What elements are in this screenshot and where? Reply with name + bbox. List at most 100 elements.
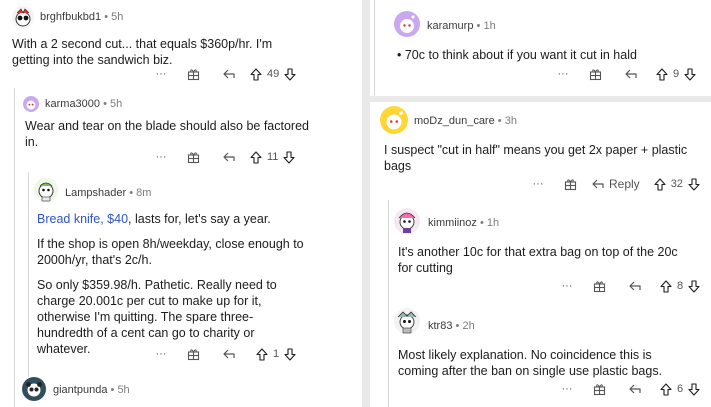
vote-control: 1 bbox=[256, 347, 296, 361]
inline-link[interactable]: Bread knife, $40 bbox=[37, 212, 128, 226]
comment-actions: ··· 11 bbox=[150, 149, 295, 165]
separator: • bbox=[104, 11, 109, 23]
downvote-icon[interactable] bbox=[284, 67, 296, 81]
upvote-icon[interactable] bbox=[660, 279, 672, 293]
vote-control: 32 bbox=[654, 177, 700, 191]
comment-line: With a 2 second cut... that equals $360p… bbox=[12, 37, 273, 51]
upvote-icon[interactable] bbox=[656, 67, 668, 81]
award-icon[interactable] bbox=[178, 68, 208, 81]
separator: • bbox=[476, 20, 481, 32]
author-name[interactable]: giantpunda bbox=[53, 384, 107, 396]
comment-line: charge 20.001c per cut to make up for it… bbox=[37, 294, 262, 308]
author-name[interactable]: kimmiinoz bbox=[428, 217, 477, 229]
comment-time: 1h bbox=[483, 20, 496, 32]
award-icon[interactable] bbox=[580, 68, 610, 81]
award-icon[interactable] bbox=[555, 178, 585, 191]
separator: • bbox=[497, 115, 502, 127]
comment-author[interactable]: karma3000 • 5h bbox=[45, 98, 122, 110]
award-icon[interactable] bbox=[584, 383, 614, 396]
avatar[interactable] bbox=[22, 377, 46, 401]
downvote-icon[interactable] bbox=[684, 67, 696, 81]
right-comments-panel: karamurp • 1h • 70c to think about if yo… bbox=[370, 0, 711, 407]
comment-body: Most likely explanation. No coincidence … bbox=[398, 347, 708, 379]
comment-author[interactable]: Lampshader • 8m bbox=[65, 187, 151, 199]
more-options-button[interactable]: ··· bbox=[527, 178, 549, 190]
comment-body: With a 2 second cut... that equals $360p… bbox=[12, 36, 352, 68]
more-options-button[interactable]: ··· bbox=[556, 280, 578, 292]
author-name[interactable]: karamurp bbox=[427, 20, 473, 32]
author-name[interactable]: brghfbukbd1 bbox=[40, 11, 101, 23]
avatar[interactable] bbox=[394, 11, 420, 37]
reply-icon[interactable] bbox=[616, 68, 646, 80]
comment-author[interactable]: moDz_dun_care • 3h bbox=[414, 115, 517, 127]
downvote-icon[interactable] bbox=[284, 347, 296, 361]
downvote-icon[interactable] bbox=[283, 150, 295, 164]
more-options-button[interactable]: ··· bbox=[556, 383, 578, 395]
downvote-icon[interactable] bbox=[688, 382, 700, 396]
thread-line[interactable] bbox=[388, 200, 389, 407]
avatar[interactable] bbox=[34, 178, 58, 202]
comment-author[interactable]: giantpunda • 5h bbox=[53, 384, 130, 396]
comment-paragraph: If the shop is open 8h/weekday, close en… bbox=[37, 236, 355, 268]
comment-author[interactable]: kimmiinoz • 1h bbox=[428, 217, 499, 229]
upvote-icon[interactable] bbox=[250, 67, 262, 81]
vote-control: 9 bbox=[656, 67, 696, 81]
upvote-icon[interactable] bbox=[660, 382, 672, 396]
reply-icon[interactable] bbox=[620, 383, 650, 395]
comment-author[interactable]: brghfbukbd1 • 5h bbox=[40, 11, 123, 23]
more-options-button[interactable]: ··· bbox=[150, 68, 172, 80]
upvote-icon[interactable] bbox=[654, 177, 666, 191]
vote-count: 49 bbox=[267, 68, 280, 80]
reply-icon[interactable] bbox=[620, 280, 650, 292]
vote-control: 11 bbox=[250, 150, 295, 164]
separator: • bbox=[479, 217, 484, 229]
avatar[interactable] bbox=[394, 308, 420, 334]
thread-line[interactable] bbox=[374, 0, 375, 95]
avatar[interactable] bbox=[12, 6, 34, 28]
comment-body: It's another 10c for that extra bag on t… bbox=[398, 244, 708, 276]
author-name[interactable]: karma3000 bbox=[45, 98, 100, 110]
vote-count: 11 bbox=[267, 151, 279, 163]
more-options-button[interactable]: ··· bbox=[150, 348, 172, 360]
vote-control: 6 bbox=[660, 382, 700, 396]
comment-time: 8m bbox=[136, 187, 152, 199]
comment-line: in. bbox=[25, 135, 39, 149]
comment-body: I suspect "cut in half" means you get 2x… bbox=[384, 142, 709, 174]
comment-body: • 70c to think about if you want it cut … bbox=[397, 47, 707, 63]
comment-author[interactable]: ktr83 • 2h bbox=[428, 320, 475, 332]
upvote-icon[interactable] bbox=[250, 150, 262, 164]
author-name[interactable]: Lampshader bbox=[65, 187, 126, 199]
avatar[interactable] bbox=[394, 208, 420, 234]
award-icon[interactable] bbox=[178, 151, 208, 164]
comment-line: otherwise I'm quitting. The spare three- bbox=[37, 310, 254, 324]
comment-line: coming after the ban on single use plast… bbox=[398, 364, 663, 378]
comment-author[interactable]: karamurp • 1h bbox=[427, 20, 496, 32]
upvote-icon[interactable] bbox=[256, 347, 268, 361]
author-name[interactable]: moDz_dun_care bbox=[414, 115, 495, 127]
vote-count: 6 bbox=[677, 383, 684, 395]
comment-body: Wear and tear on the blade should also b… bbox=[25, 118, 355, 150]
left-comments-panel: brghfbukbd1 • 5h With a 2 second cut... … bbox=[0, 0, 362, 407]
separator: • bbox=[455, 320, 460, 332]
comment-actions: ··· 8 bbox=[556, 278, 700, 294]
thread-line[interactable] bbox=[14, 88, 15, 407]
more-options-button[interactable]: ··· bbox=[150, 151, 172, 163]
vote-count: 1 bbox=[273, 348, 280, 360]
author-name[interactable]: ktr83 bbox=[428, 320, 452, 332]
comment-actions: ··· 49 bbox=[150, 66, 296, 82]
comment-actions: ··· Reply 32 bbox=[527, 176, 700, 192]
reply-icon[interactable] bbox=[214, 68, 244, 80]
thread-line[interactable] bbox=[28, 172, 29, 377]
reply-button[interactable]: Reply bbox=[591, 177, 640, 191]
avatar[interactable] bbox=[380, 106, 408, 134]
downvote-icon[interactable] bbox=[688, 177, 700, 191]
more-options-button[interactable]: ··· bbox=[552, 68, 574, 80]
avatar[interactable] bbox=[23, 96, 39, 112]
award-icon[interactable] bbox=[584, 280, 614, 293]
award-icon[interactable] bbox=[178, 348, 208, 361]
downvote-icon[interactable] bbox=[688, 279, 700, 293]
comment-time: 1h bbox=[486, 217, 500, 229]
reply-icon[interactable] bbox=[214, 151, 244, 163]
reply-icon[interactable] bbox=[214, 348, 244, 360]
reply-icon bbox=[592, 179, 604, 189]
